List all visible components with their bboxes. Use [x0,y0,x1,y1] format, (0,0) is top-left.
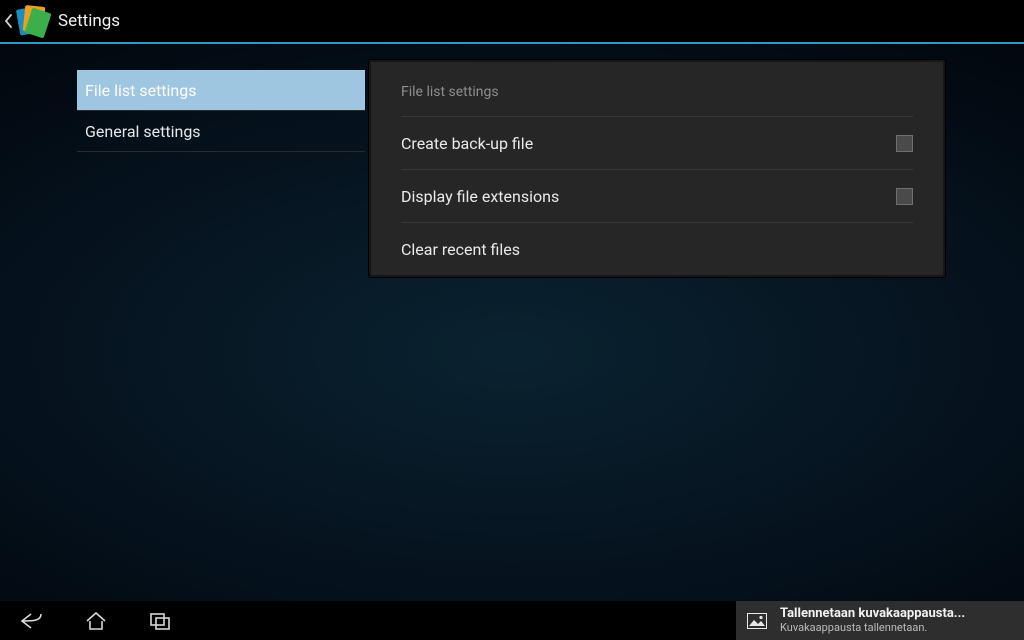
toast-subtitle: Kuvakaappausta tallennetaan. [780,622,965,634]
checkbox-create-backup[interactable] [896,135,913,152]
nav-item-general-settings[interactable]: General settings [77,111,365,152]
panel-header: File list settings [401,62,913,116]
nav-item-label: File list settings [85,81,197,100]
row-clear-recent[interactable]: Clear recent files [401,222,913,275]
checkbox-display-extensions[interactable] [896,188,913,205]
row-label: Clear recent files [401,240,520,259]
page-title: Settings [58,11,120,31]
content-area: File list settings General settings File… [0,44,1024,601]
row-label: Create back-up file [401,134,533,153]
row-display-extensions[interactable]: Display file extensions [401,169,913,222]
system-nav-bar: Tallennetaan kuvakaappausta... Kuvakaapp… [0,601,1024,640]
nav-item-file-list-settings[interactable]: File list settings [77,70,365,111]
settings-nav: File list settings General settings [77,70,365,152]
row-create-backup[interactable]: Create back-up file [401,116,913,169]
settings-panel: File list settings Create back-up file D… [369,60,945,277]
nav-item-label: General settings [85,122,201,141]
home-button[interactable] [64,601,128,640]
back-up-icon[interactable] [4,0,14,43]
image-icon [746,610,768,632]
action-bar: Settings [0,0,1024,44]
toast-title: Tallennetaan kuvakaappausta... [780,607,965,621]
toast-texts: Tallennetaan kuvakaappausta... Kuvakaapp… [780,607,965,633]
back-button[interactable] [0,601,64,640]
screenshot-toast[interactable]: Tallennetaan kuvakaappausta... Kuvakaapp… [736,601,1024,640]
recents-button[interactable] [128,601,192,640]
app-icon[interactable] [16,4,50,38]
row-label: Display file extensions [401,187,559,206]
